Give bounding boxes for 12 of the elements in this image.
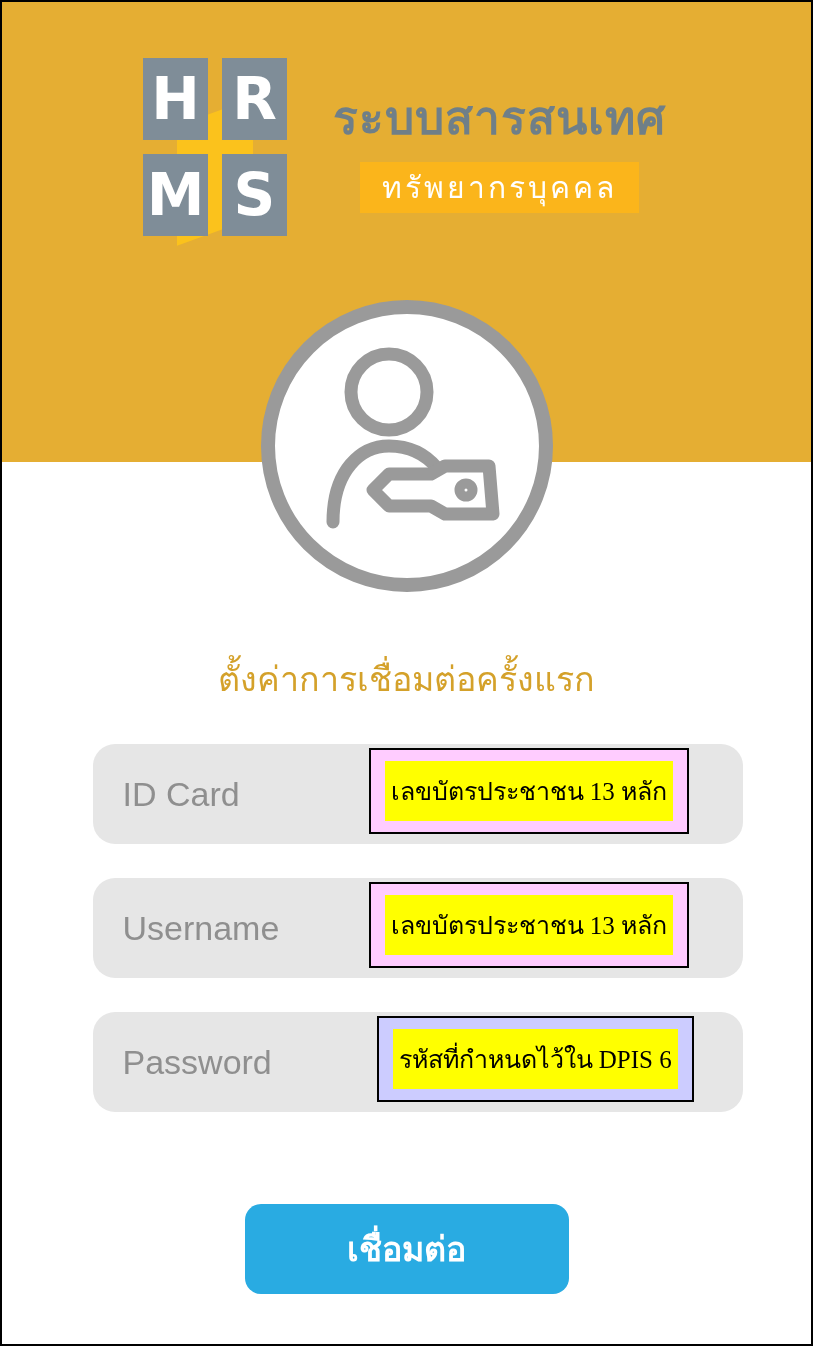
- annotation-text: เลขบัตรประชาชน 13 หลัก: [384, 895, 673, 955]
- logo-letter: R: [222, 58, 287, 140]
- system-title: ระบบสารสนเทศ: [333, 90, 666, 147]
- user-key-icon: [260, 300, 553, 592]
- setup-heading: ตั้งค่าการเชื่อมต่อครั้งแรก: [218, 652, 595, 706]
- annotation-text: เลขบัตรประชาชน 13 หลัก: [384, 761, 673, 821]
- connect-button[interactable]: เชื่อมต่อ: [244, 1204, 569, 1294]
- logo-letter: H: [143, 58, 208, 140]
- logo-letter: M: [143, 154, 208, 236]
- annotation-text: รหัสที่กำหนดไว้ใน DPIS 6: [392, 1029, 678, 1089]
- system-subtitle: ทรัพยากรบุคคล: [360, 162, 639, 213]
- logo-letter: S: [222, 154, 287, 236]
